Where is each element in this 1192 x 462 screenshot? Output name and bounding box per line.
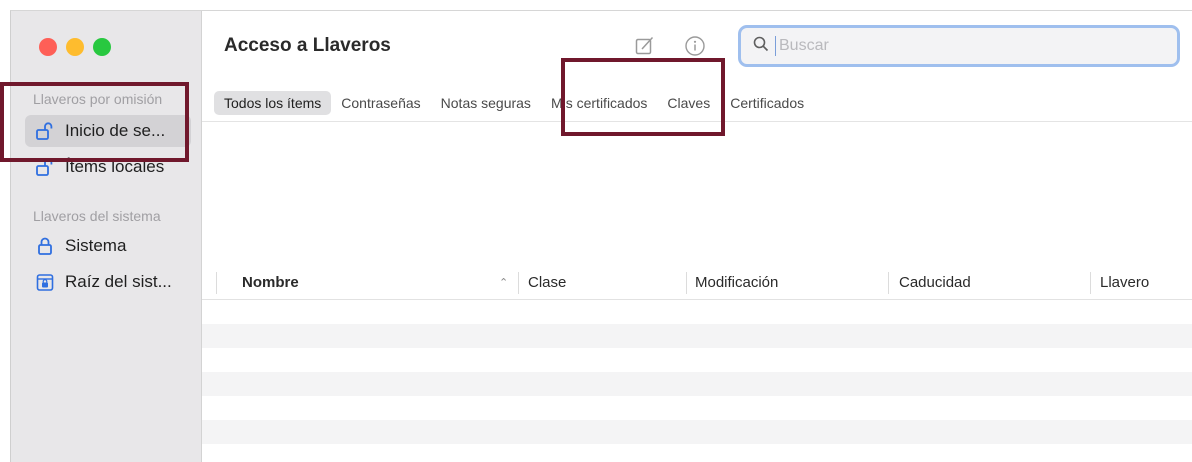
- table-row: [202, 444, 1192, 462]
- table-header: Nombre ⌃ Clase Modificación Caducidad Ll…: [202, 267, 1192, 300]
- search-input[interactable]: [775, 36, 1161, 56]
- chevron-up-icon[interactable]: ⌃: [499, 276, 508, 289]
- column-header-name[interactable]: Nombre: [242, 274, 299, 291]
- tab-my-certificates[interactable]: Mis certificados: [541, 91, 657, 115]
- close-window-button[interactable]: [39, 38, 57, 56]
- column-header-expires[interactable]: Caducidad: [899, 274, 971, 291]
- search-icon: [753, 36, 769, 57]
- column-header-class[interactable]: Clase: [528, 274, 566, 291]
- sidebar-item-label: Raíz del sist...: [65, 272, 172, 291]
- table-row: [202, 348, 1192, 372]
- sidebar-item-label: Sistema: [65, 236, 127, 255]
- column-header-modified[interactable]: Modificación: [695, 274, 778, 291]
- tab-certificates[interactable]: Certificados: [720, 91, 814, 115]
- tab-all-items[interactable]: Todos los ítems: [214, 91, 332, 115]
- table-row: [202, 324, 1192, 348]
- zoom-window-button[interactable]: [93, 38, 111, 56]
- table-row: [202, 396, 1192, 420]
- table-row: [202, 300, 1192, 324]
- toolbar-divider: [202, 121, 1192, 122]
- sidebar-item-label: Ítems locales: [65, 157, 165, 176]
- column-divider: [216, 272, 217, 294]
- table-row: [202, 372, 1192, 396]
- lock-icon: [35, 236, 55, 256]
- column-divider: [686, 272, 687, 294]
- sidebar-item-login[interactable]: Inicio de se...: [25, 115, 191, 147]
- column-divider: [888, 272, 889, 294]
- category-tabs: Todos los ítems Contraseñas Notas segura…: [214, 91, 814, 115]
- search-field[interactable]: [738, 25, 1180, 67]
- main-pane: Acceso a Llaveros Todos los ítems Contra…: [202, 11, 1192, 462]
- sidebar: Llaveros por omisión Inicio de se... Íte…: [11, 11, 202, 462]
- minimize-window-button[interactable]: [66, 38, 84, 56]
- sidebar-item-label: Inicio de se...: [65, 121, 166, 140]
- column-divider: [518, 272, 519, 294]
- tab-secure-notes[interactable]: Notas seguras: [431, 91, 541, 115]
- table-row: [202, 420, 1192, 444]
- window-controls: [39, 38, 111, 56]
- section-label-system-keychains: Llaveros del sistema: [33, 208, 161, 224]
- window-title: Acceso a Llaveros: [224, 35, 391, 56]
- column-header-keychain[interactable]: Llavero: [1100, 274, 1149, 291]
- column-divider: [1090, 272, 1091, 294]
- info-icon[interactable]: [684, 35, 706, 57]
- keychain-window: Llaveros por omisión Inicio de se... Íte…: [10, 10, 1192, 462]
- section-label-default-keychains: Llaveros por omisión: [33, 91, 163, 107]
- sidebar-item-system-roots[interactable]: Raíz del sist...: [25, 266, 191, 298]
- sidebar-item-system[interactable]: Sistema: [25, 230, 191, 262]
- lock-open-icon: [35, 157, 55, 177]
- sidebar-item-local-items[interactable]: Ítems locales: [25, 151, 191, 183]
- lock-cabinet-icon: [35, 272, 55, 292]
- lock-open-icon: [35, 121, 55, 141]
- compose-icon[interactable]: [634, 35, 656, 57]
- tab-keys[interactable]: Claves: [657, 91, 720, 115]
- tab-passwords[interactable]: Contraseñas: [331, 91, 430, 115]
